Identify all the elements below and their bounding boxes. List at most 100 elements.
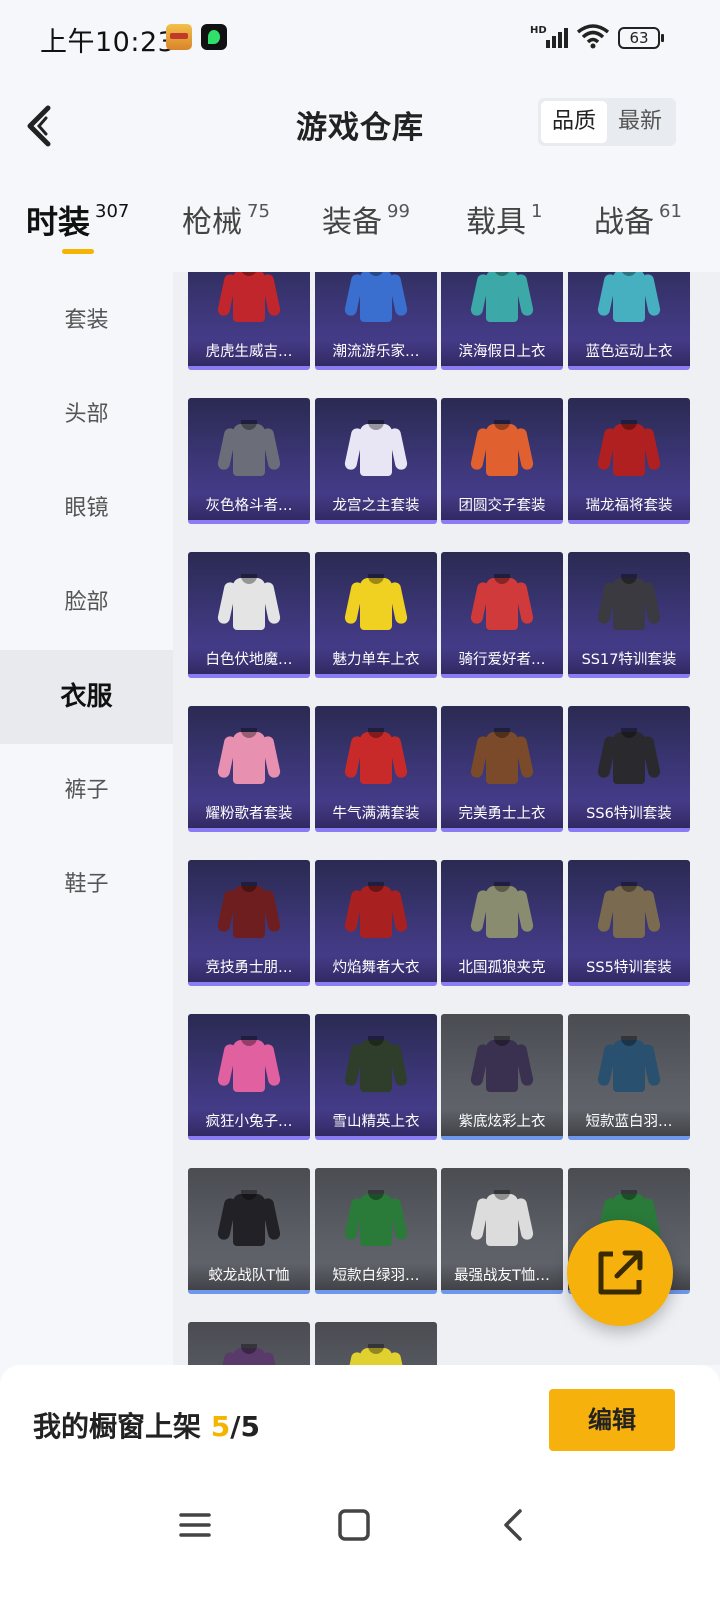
- item-thumbnail: [216, 1186, 282, 1252]
- item-card[interactable]: 雪山精英上衣: [315, 1014, 437, 1140]
- tab-label: 战备: [594, 205, 654, 240]
- tab-weapons[interactable]: 枪械 75: [182, 197, 270, 241]
- item-card[interactable]: 完美勇士上衣: [441, 706, 563, 832]
- item-card[interactable]: 虎虎生威吉…: [188, 272, 310, 370]
- item-card[interactable]: SS6特训套装: [568, 706, 690, 832]
- sidebar-item-clothes[interactable]: 衣服: [0, 650, 173, 744]
- sidebar-item-pants[interactable]: 裤子: [0, 744, 173, 838]
- item-thumbnail: [343, 570, 409, 636]
- signal-icon: [540, 26, 570, 48]
- sort-by-quality[interactable]: 品质: [541, 101, 607, 143]
- sort-by-newest[interactable]: 最新: [607, 101, 673, 143]
- top-bar: 游戏仓库 品质 最新: [0, 78, 720, 168]
- item-name: 耀粉歌者套装: [188, 801, 310, 828]
- item-thumbnail: [343, 1186, 409, 1252]
- item-name: 灼焰舞者大衣: [315, 955, 437, 982]
- item-thumbnail: [216, 1032, 282, 1098]
- item-name: 紫底炫彩上衣: [441, 1109, 563, 1136]
- sidebar-item-glasses[interactable]: 眼镜: [0, 462, 173, 556]
- item-name: 蛟龙战队T恤: [188, 1263, 310, 1290]
- item-thumbnail: [216, 1340, 282, 1365]
- tab-equipment[interactable]: 装备 99: [322, 197, 410, 241]
- showcase-label: 我的橱窗上架: [33, 1410, 202, 1443]
- item-thumbnail: [469, 570, 535, 636]
- back-nav-icon[interactable]: [498, 1505, 528, 1545]
- tab-supplies[interactable]: 战备 61: [594, 197, 682, 241]
- item-thumbnail: [596, 1032, 662, 1098]
- sidebar-item-outfit[interactable]: 套装: [0, 274, 173, 368]
- item-card[interactable]: 蓝色运动上衣: [568, 272, 690, 370]
- item-thumbnail: [343, 272, 409, 328]
- share-button[interactable]: [567, 1220, 673, 1326]
- item-name: 白色伏地魔…: [188, 647, 310, 674]
- item-thumbnail: [469, 1032, 535, 1098]
- sidebar-item-face[interactable]: 脸部: [0, 556, 173, 650]
- showcase-status: 我的橱窗上架 5/5: [33, 1405, 260, 1445]
- item-card[interactable]: 牛气满满套装: [315, 706, 437, 832]
- item-card[interactable]: 蛟龙战队T恤: [188, 1168, 310, 1294]
- item-card[interactable]: 短款蓝白羽…: [568, 1014, 690, 1140]
- item-card[interactable]: 滨海假日上衣: [441, 272, 563, 370]
- edit-button[interactable]: 编辑: [549, 1389, 675, 1451]
- tab-count: 99: [387, 201, 410, 222]
- tab-count: 1: [531, 201, 543, 222]
- item-card[interactable]: 竞技勇士朋…: [188, 860, 310, 986]
- item-card[interactable]: SS5特训套装: [568, 860, 690, 986]
- battery-icon: 63: [618, 27, 664, 49]
- bottom-bar: 我的橱窗上架 5/5 编辑: [0, 1365, 720, 1600]
- tab-count: 307: [95, 201, 130, 222]
- item-thumbnail: [216, 570, 282, 636]
- item-card[interactable]: 灼焰舞者大衣: [315, 860, 437, 986]
- showcase-current: 5: [210, 1410, 231, 1443]
- item-thumbnail: [343, 1032, 409, 1098]
- item-card[interactable]: 疯狂小兔子…: [188, 1014, 310, 1140]
- item-card[interactable]: 北国孤狼夹克: [441, 860, 563, 986]
- item-thumbnail: [343, 1340, 409, 1365]
- item-card[interactable]: 团圆交子套装: [441, 398, 563, 524]
- item-thumbnail: [469, 1186, 535, 1252]
- item-card[interactable]: [315, 1322, 437, 1365]
- item-grid: 虎虎生威吉… 潮流游乐家… 滨海假日上衣 蓝色运动上衣灰色格斗者… 龙宫之主套装 团圆交子…: [173, 272, 720, 1365]
- item-thumbnail: [216, 272, 282, 328]
- item-name: SS5特训套装: [568, 955, 690, 982]
- item-thumbnail: [596, 570, 662, 636]
- home-nav-icon[interactable]: [336, 1505, 372, 1545]
- tab-vehicles[interactable]: 载具 1: [466, 197, 542, 241]
- item-card[interactable]: 紫底炫彩上衣: [441, 1014, 563, 1140]
- item-card[interactable]: 白色伏地魔…: [188, 552, 310, 678]
- item-card[interactable]: 灰色格斗者…: [188, 398, 310, 524]
- item-name: 灰色格斗者…: [188, 493, 310, 520]
- item-thumbnail: [596, 878, 662, 944]
- music-app-icon: [201, 24, 227, 50]
- item-card[interactable]: 短款白绿羽…: [315, 1168, 437, 1294]
- item-name: 北国孤狼夹克: [441, 955, 563, 982]
- item-thumbnail: [596, 416, 662, 482]
- showcase-total: /5: [230, 1410, 260, 1443]
- item-name: 雪山精英上衣: [315, 1109, 437, 1136]
- item-card[interactable]: [188, 1322, 310, 1365]
- active-tab-indicator: [62, 249, 94, 254]
- share-icon: [598, 1250, 643, 1295]
- sidebar-item-shoes[interactable]: 鞋子: [0, 838, 173, 932]
- item-thumbnail: [469, 878, 535, 944]
- item-card[interactable]: 耀粉歌者套装: [188, 706, 310, 832]
- item-card[interactable]: 潮流游乐家…: [315, 272, 437, 370]
- item-thumbnail: [343, 416, 409, 482]
- item-card[interactable]: 最强战友T恤…: [441, 1168, 563, 1294]
- tab-label: 时装: [26, 203, 91, 241]
- tab-fashion[interactable]: 时装 307: [26, 197, 129, 243]
- tab-count: 61: [659, 201, 682, 222]
- item-name: 完美勇士上衣: [441, 801, 563, 828]
- item-thumbnail: [469, 724, 535, 790]
- item-thumbnail: [343, 724, 409, 790]
- item-card[interactable]: 骑行爱好者…: [441, 552, 563, 678]
- item-card[interactable]: 魅力单车上衣: [315, 552, 437, 678]
- item-name: SS17特训套装: [568, 647, 690, 674]
- app-root: 上午10:23 HD 63 游戏仓库 品质 最新 时装 307 枪械 75 装备…: [0, 0, 720, 1600]
- sidebar-item-head[interactable]: 头部: [0, 368, 173, 462]
- menu-nav-icon[interactable]: [178, 1505, 212, 1545]
- item-card[interactable]: SS17特训套装: [568, 552, 690, 678]
- item-card[interactable]: 龙宫之主套装: [315, 398, 437, 524]
- item-name: 短款蓝白羽…: [568, 1109, 690, 1136]
- item-card[interactable]: 瑞龙福将套装: [568, 398, 690, 524]
